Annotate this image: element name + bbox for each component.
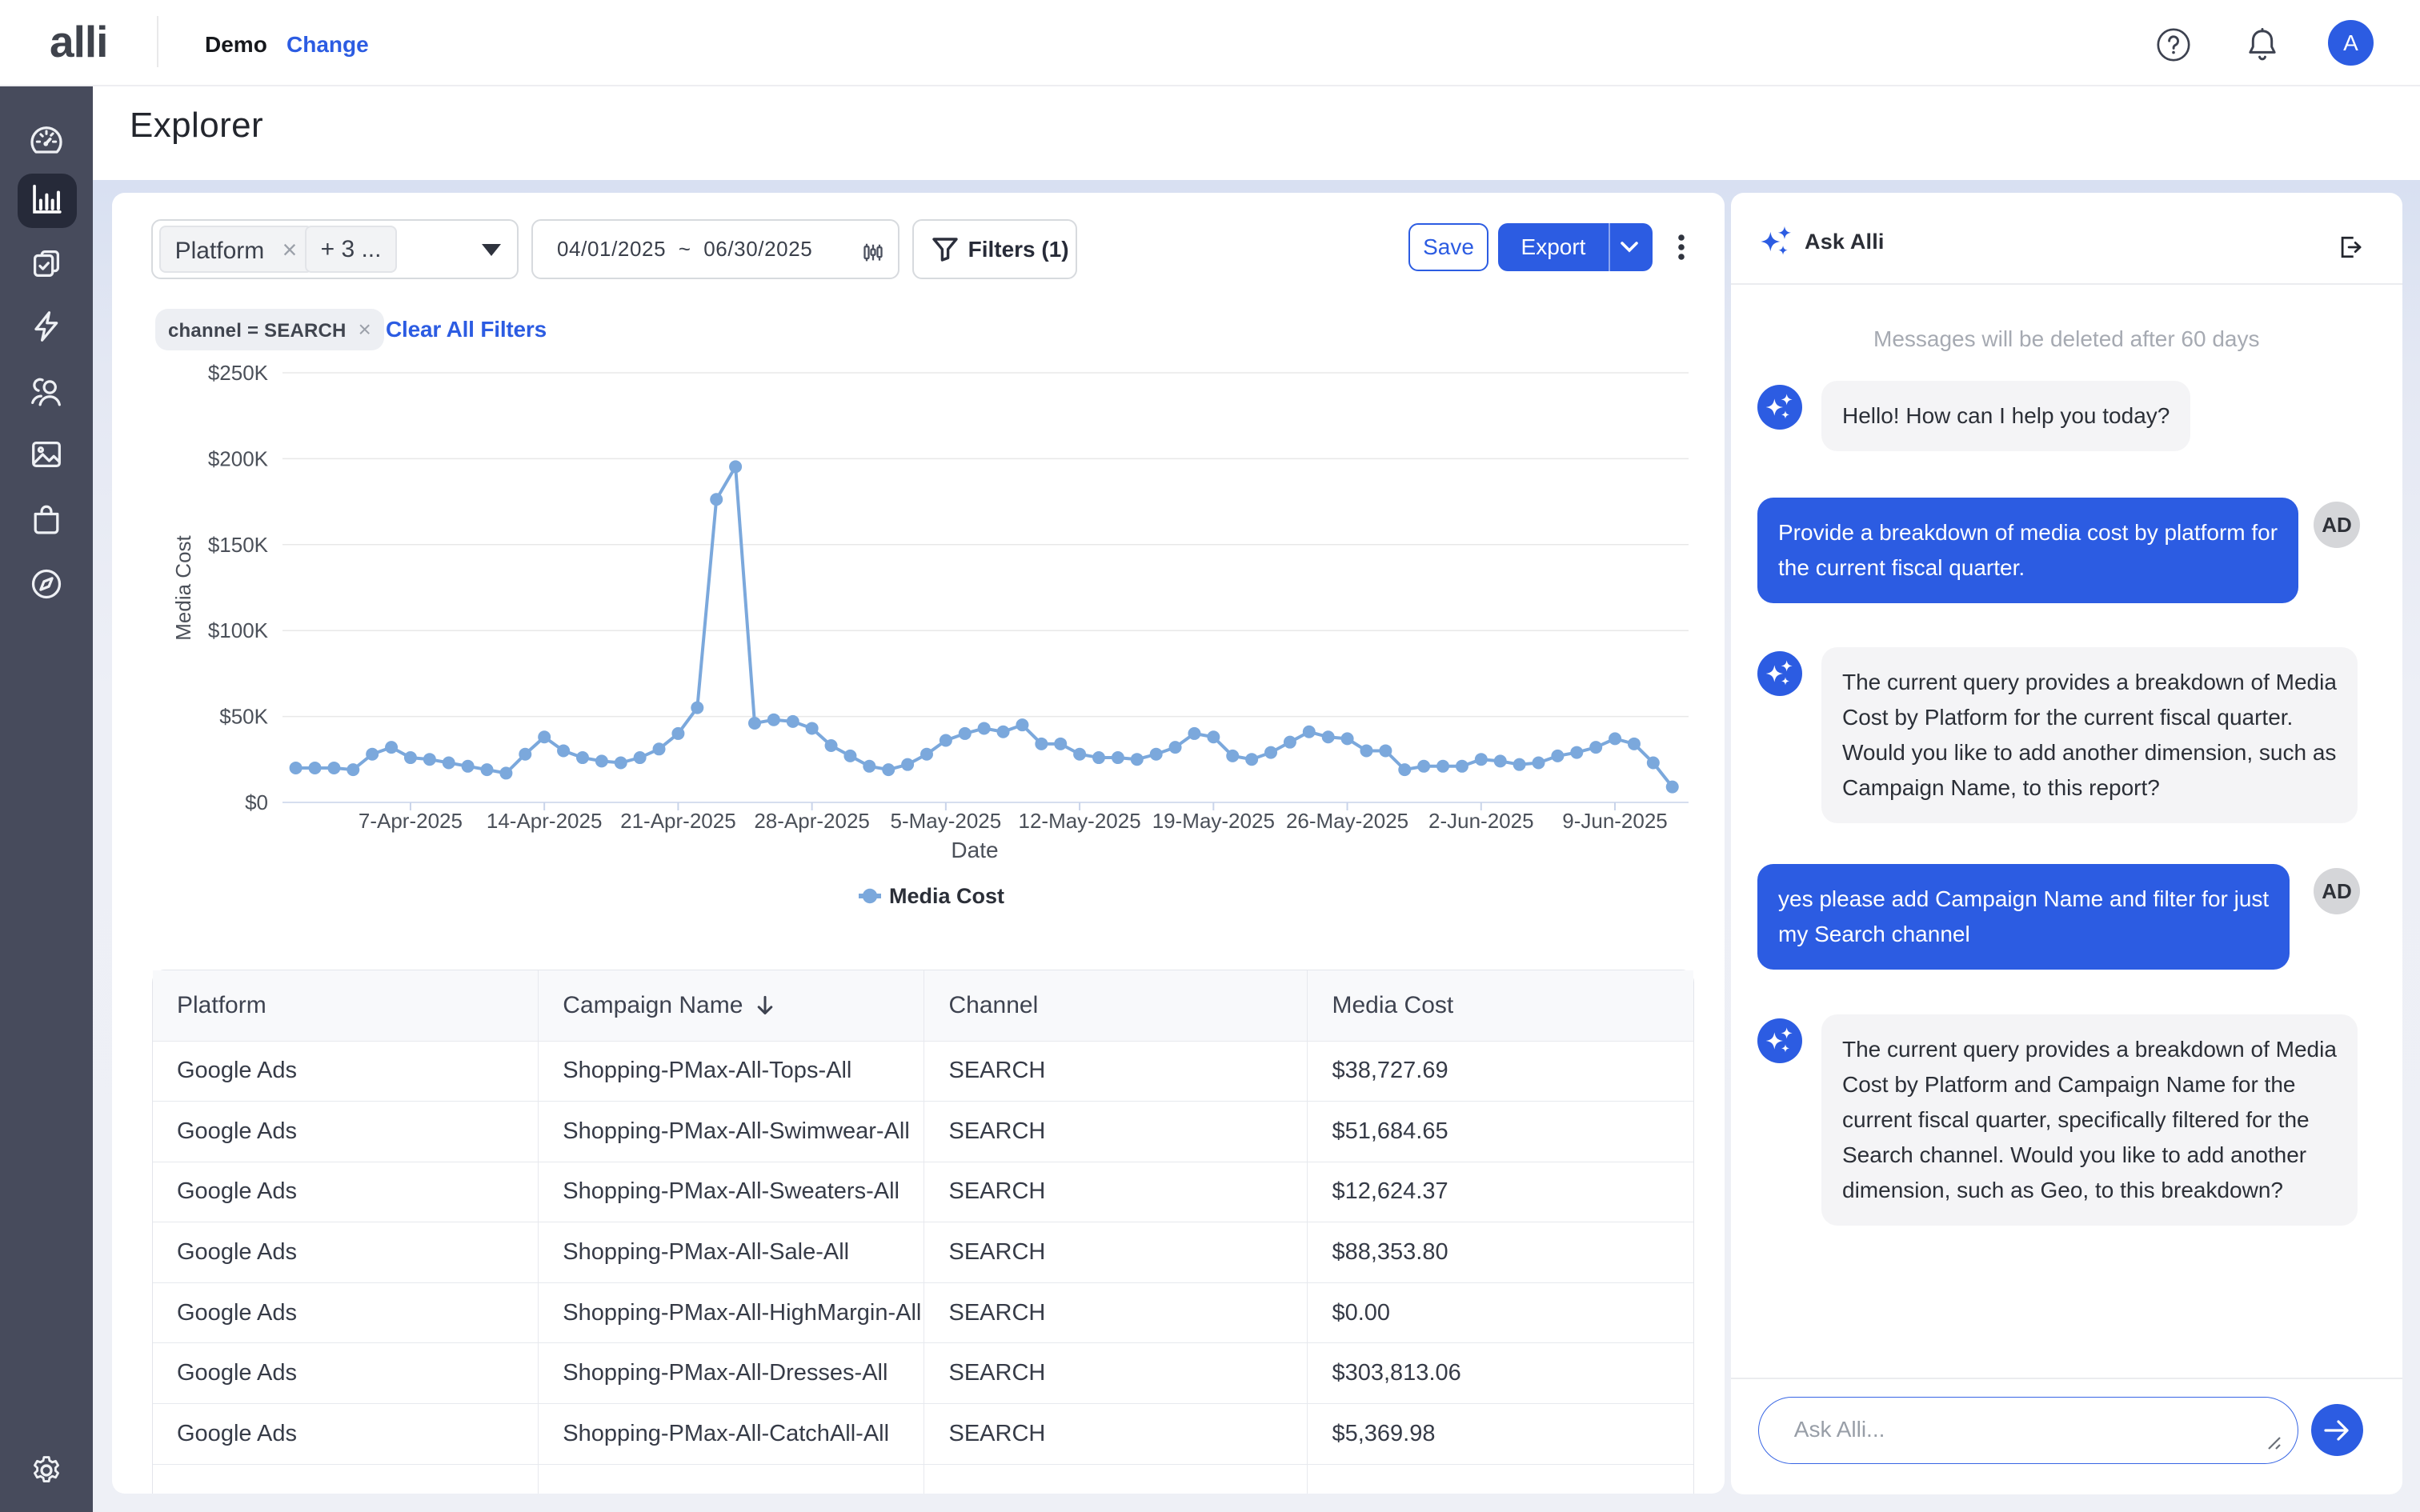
svg-text:$0: $0 — [245, 790, 268, 814]
svg-text:5-May-2025: 5-May-2025 — [890, 809, 1001, 833]
svg-text:Date: Date — [951, 838, 998, 862]
svg-text:$50K: $50K — [219, 705, 268, 729]
svg-text:$250K: $250K — [208, 361, 269, 385]
svg-text:$200K: $200K — [208, 446, 269, 470]
svg-text:28-Apr-2025: 28-Apr-2025 — [754, 809, 870, 833]
svg-text:$150K: $150K — [208, 533, 269, 557]
svg-text:2-Jun-2025: 2-Jun-2025 — [1428, 809, 1534, 833]
svg-text:9-Jun-2025: 9-Jun-2025 — [1562, 809, 1668, 833]
svg-text:26-May-2025: 26-May-2025 — [1286, 809, 1408, 833]
svg-text:7-Apr-2025: 7-Apr-2025 — [359, 809, 463, 833]
svg-text:12-May-2025: 12-May-2025 — [1018, 809, 1140, 833]
svg-text:21-Apr-2025: 21-Apr-2025 — [620, 809, 736, 833]
svg-text:Media Cost: Media Cost — [889, 884, 1004, 908]
svg-text:14-Apr-2025: 14-Apr-2025 — [487, 809, 603, 833]
svg-text:Media Cost: Media Cost — [171, 534, 195, 640]
svg-text:$100K: $100K — [208, 618, 269, 642]
svg-text:19-May-2025: 19-May-2025 — [1152, 809, 1275, 833]
